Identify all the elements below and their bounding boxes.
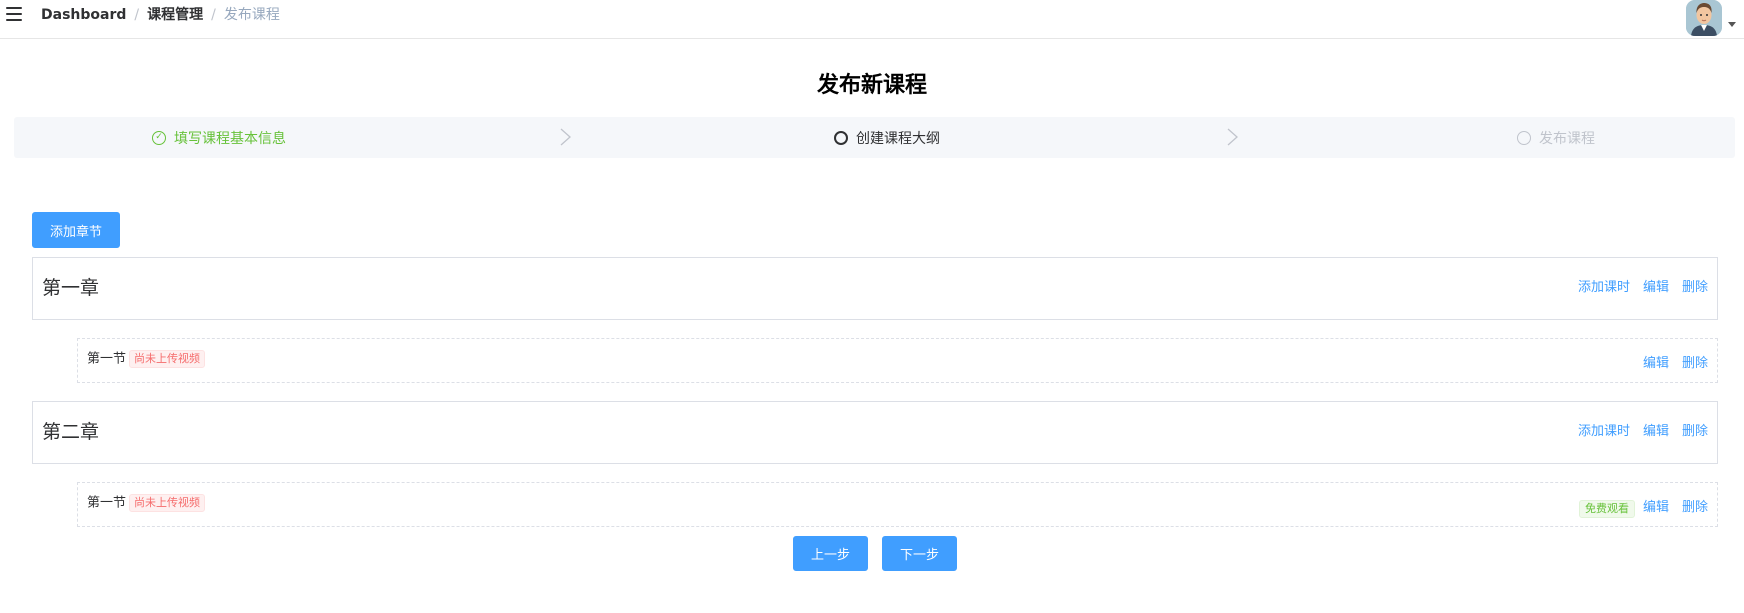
step-label: 创建课程大纲 bbox=[856, 130, 940, 147]
breadcrumb-course-management[interactable]: 课程管理 bbox=[147, 7, 203, 23]
add-lesson-link[interactable]: 添加课时 bbox=[1578, 280, 1630, 296]
edit-chapter-link[interactable]: 编辑 bbox=[1643, 280, 1669, 296]
step-circle-icon bbox=[834, 130, 848, 145]
step-fill-basic-info: ✓ 填写课程基本信息 bbox=[152, 117, 286, 158]
delete-section-link[interactable]: 删除 bbox=[1682, 356, 1708, 372]
edit-section-link[interactable]: 编辑 bbox=[1643, 500, 1669, 516]
breadcrumb-separator: / bbox=[134, 7, 140, 23]
section-title-text: 第一节 bbox=[87, 351, 127, 367]
next-step-button[interactable]: 下一步 bbox=[882, 536, 957, 571]
breadcrumb-publish-course: 发布课程 bbox=[223, 7, 280, 23]
check-circle-icon: ✓ bbox=[152, 130, 166, 145]
breadcrumb-separator: / bbox=[211, 7, 216, 23]
delete-section-link[interactable]: 删除 bbox=[1682, 500, 1708, 516]
edit-chapter-link[interactable]: 编辑 bbox=[1643, 424, 1669, 440]
previous-step-button[interactable]: 上一步 bbox=[793, 536, 868, 571]
hamburger-menu-icon[interactable] bbox=[6, 7, 22, 21]
step-publish-course: 发布课程 bbox=[1517, 117, 1595, 158]
step-circle-icon bbox=[1517, 130, 1531, 145]
step-label: 填写课程基本信息 bbox=[174, 130, 286, 147]
chapter-title: 第二章 bbox=[42, 421, 100, 443]
free-preview-tag: 免费观看 bbox=[1579, 500, 1635, 518]
section-item: 第一节 尚未上传视频 编辑 删除 bbox=[77, 338, 1718, 383]
breadcrumb-dashboard[interactable]: Dashboard bbox=[41, 7, 126, 23]
chevron-right-icon bbox=[1227, 128, 1238, 146]
add-chapter-button[interactable]: 添加章节 bbox=[32, 212, 120, 248]
step-create-outline: 创建课程大纲 bbox=[834, 117, 940, 158]
chevron-right-icon bbox=[560, 128, 571, 146]
add-lesson-link[interactable]: 添加课时 bbox=[1578, 424, 1630, 440]
delete-chapter-link[interactable]: 删除 bbox=[1682, 424, 1708, 440]
avatar[interactable] bbox=[1686, 0, 1722, 36]
video-not-uploaded-tag: 尚未上传视频 bbox=[129, 350, 206, 368]
section-title: 第一节 尚未上传视频 bbox=[87, 494, 206, 513]
chapter-title: 第一章 bbox=[42, 277, 100, 299]
chapter-item: 第二章 添加课时 编辑 删除 bbox=[32, 401, 1718, 464]
delete-chapter-link[interactable]: 删除 bbox=[1682, 280, 1708, 296]
edit-section-link[interactable]: 编辑 bbox=[1643, 356, 1669, 372]
user-avatar-icon bbox=[1686, 0, 1722, 36]
section-title: 第一节 尚未上传视频 bbox=[87, 350, 206, 369]
steps-bar: ✓ 填写课程基本信息 创建课程大纲 发布课程 bbox=[14, 117, 1735, 158]
chapter-item: 第一章 添加课时 编辑 删除 bbox=[32, 257, 1718, 320]
navbar: Dashboard / 课程管理 / 发布课程 bbox=[0, 0, 1744, 39]
caret-down-icon[interactable] bbox=[1728, 22, 1736, 27]
page-title: 发布新课程 bbox=[816, 73, 927, 98]
video-not-uploaded-tag: 尚未上传视频 bbox=[129, 494, 206, 512]
section-title-text: 第一节 bbox=[87, 495, 127, 511]
section-item: 第一节 尚未上传视频 免费观看 编辑 删除 bbox=[77, 482, 1718, 527]
breadcrumb: Dashboard / 课程管理 / 发布课程 bbox=[41, 7, 280, 23]
step-label: 发布课程 bbox=[1539, 130, 1595, 147]
